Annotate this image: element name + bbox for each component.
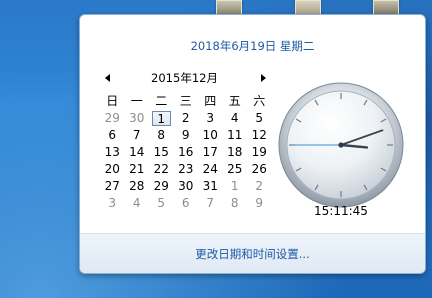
calendar-day[interactable]: 3 (198, 110, 223, 127)
digital-time: 15:11:45 (314, 204, 368, 218)
calendar-day[interactable]: 24 (198, 161, 223, 178)
calendar-day[interactable]: 25 (223, 161, 248, 178)
weekday-header: 三 (179, 94, 192, 108)
calendar-day-other-month[interactable]: 5 (149, 195, 174, 212)
calendar-day-other-month[interactable]: 6 (174, 195, 199, 212)
calendar-day[interactable]: 2 (174, 110, 199, 127)
calendar-navigation: 2015年12月 (102, 70, 267, 86)
calendar-day-selected[interactable]: 1 (149, 110, 174, 127)
calendar-day[interactable]: 13 (100, 144, 125, 161)
calendar-day[interactable]: 29 (149, 178, 174, 195)
calendar-day[interactable]: 9 (174, 127, 199, 144)
calendar-day[interactable]: 8 (149, 127, 174, 144)
calendar-day-other-month[interactable]: 9 (247, 195, 272, 212)
calendar-day-other-month[interactable]: 4 (125, 195, 150, 212)
next-month-button[interactable] (257, 70, 269, 86)
calendar-day[interactable]: 14 (125, 144, 150, 161)
calendar-day-other-month[interactable]: 2 (247, 178, 272, 195)
current-date-link[interactable]: 2018年6月19日 星期二 (80, 38, 425, 54)
calendar-day[interactable]: 15 (149, 144, 174, 161)
calendar-day[interactable]: 31 (198, 178, 223, 195)
calendar-day[interactable]: 27 (100, 178, 125, 195)
calendar-day-other-month[interactable]: 3 (100, 195, 125, 212)
calendar-day-other-month[interactable]: 1 (223, 178, 248, 195)
calendar-day[interactable]: 28 (125, 178, 150, 195)
calendar-day[interactable]: 20 (100, 161, 125, 178)
weekday-header: 四 (204, 94, 217, 108)
flyout-footer: 更改日期和时间设置... (80, 233, 425, 273)
calendar-day[interactable]: 26 (247, 161, 272, 178)
calendar-day[interactable]: 30 (174, 178, 199, 195)
calendar-day[interactable]: 17 (198, 144, 223, 161)
calendar-day[interactable]: 7 (125, 127, 150, 144)
weekday-header: 五 (228, 94, 241, 108)
arrow-right-icon (261, 74, 266, 82)
calendar-day-other-month[interactable]: 8 (223, 195, 248, 212)
date-time-flyout: 2018年6月19日 星期二 2015年12月 日 一 二 三 四 五 六 29… (79, 14, 426, 274)
calendar-day[interactable]: 21 (125, 161, 150, 178)
calendar-day-other-month[interactable]: 29 (100, 110, 125, 127)
calendar-day[interactable]: 11 (223, 127, 248, 144)
calendar-day[interactable]: 10 (198, 127, 223, 144)
flyout-main-panel: 2018年6月19日 星期二 2015年12月 日 一 二 三 四 五 六 29… (80, 15, 425, 233)
change-date-time-settings-link[interactable]: 更改日期和时间设置... (80, 246, 425, 262)
weekday-header: 六 (253, 94, 266, 108)
calendar-day[interactable]: 4 (223, 110, 248, 127)
selected-day-label: 1 (151, 111, 171, 126)
calendar-day[interactable]: 16 (174, 144, 199, 161)
calendar-day[interactable]: 19 (247, 144, 272, 161)
calendar-day[interactable]: 23 (174, 161, 199, 178)
arrow-left-icon (105, 74, 110, 82)
weekday-header: 二 (155, 94, 168, 108)
month-title[interactable]: 2015年12月 (122, 70, 247, 86)
calendar-grid: 日 一 二 三 四 五 六 29 30 1 2 3 4 5 6 7 8 9 10… (100, 93, 272, 212)
calendar-day[interactable]: 18 (223, 144, 248, 161)
calendar-day[interactable]: 22 (149, 161, 174, 178)
calendar-day-other-month[interactable]: 30 (125, 110, 150, 127)
analog-clock (278, 82, 404, 208)
calendar-day-other-month[interactable]: 7 (198, 195, 223, 212)
calendar-day[interactable]: 12 (247, 127, 272, 144)
calendar-day[interactable]: 6 (100, 127, 125, 144)
calendar-day[interactable]: 5 (247, 110, 272, 127)
weekday-header: 日 (106, 94, 119, 108)
previous-month-button[interactable] (102, 70, 114, 86)
weekday-header: 一 (130, 94, 143, 108)
